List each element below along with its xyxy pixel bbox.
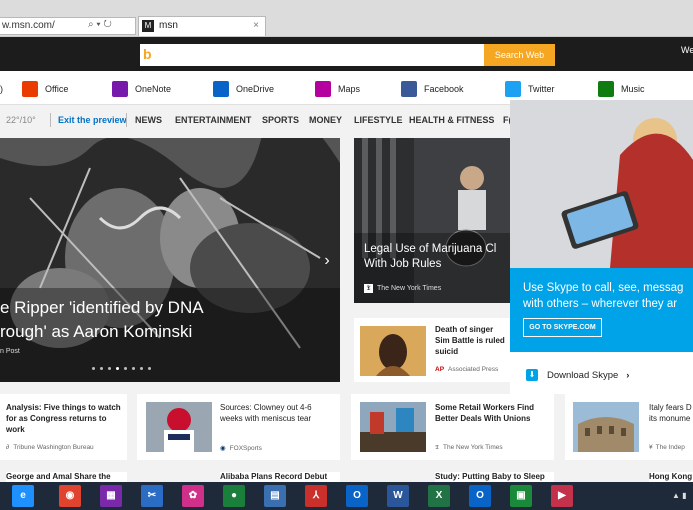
nyt-source: 𝕿 The New York Times xyxy=(364,284,441,293)
app-strip-fragment: ) xyxy=(0,84,3,94)
pagination-dot[interactable] xyxy=(100,367,103,370)
protest-image xyxy=(360,402,426,452)
skype-ad-text: Use Skype to call, see, messag with othe… xyxy=(523,282,684,310)
tab-title: msn xyxy=(159,20,178,31)
snipping-icon[interactable]: ✂ xyxy=(141,485,163,507)
app-label: Facebook xyxy=(424,84,464,94)
football-player-image xyxy=(146,402,212,452)
office-icon xyxy=(22,81,38,97)
outlook2-icon[interactable]: O xyxy=(469,485,491,507)
pdf-icon[interactable]: ⅄ xyxy=(305,485,327,507)
hero-next-arrow-icon[interactable]: › xyxy=(318,250,336,272)
app-label: Twitter xyxy=(528,84,555,94)
independent-source: ¥ The Indep xyxy=(649,444,685,451)
clowney-story-card[interactable]: Sources: Clowney out 4-6 weeks with meni… xyxy=(137,394,340,460)
download-icon: ⬇ xyxy=(526,369,538,381)
singer-portrait-image xyxy=(360,326,426,376)
app-link-facebook[interactable]: Facebook xyxy=(401,80,464,98)
independent-logo-icon: ¥ xyxy=(649,444,653,451)
retail-workers-story-card[interactable]: Some Retail Workers Find Better Deals Wi… xyxy=(351,394,554,460)
twitter-icon xyxy=(505,81,521,97)
congress-story-card[interactable]: Analysis: Five things to watch for as Co… xyxy=(0,394,127,460)
search-input[interactable] xyxy=(140,44,484,66)
nyt-logo-icon: 𝕿 xyxy=(364,284,373,293)
nyt-logo-icon: 𝕿 xyxy=(435,444,439,451)
pagination-dot[interactable] xyxy=(132,367,135,370)
nav-section-money[interactable]: MONEY xyxy=(309,115,342,125)
app-label: OneNote xyxy=(135,84,172,94)
system-tray[interactable]: ▲ ▮ xyxy=(672,491,687,500)
app-label: Music xyxy=(621,84,645,94)
chevron-right-icon: › xyxy=(626,369,630,381)
msn-favicon-icon: M xyxy=(142,20,154,32)
video-icon[interactable]: ▶ xyxy=(551,485,573,507)
address-bar[interactable]: w.msn.com/ xyxy=(0,17,136,35)
marijuana-headline[interactable]: Legal Use of Marijuana Cl With Job Rules xyxy=(364,242,510,272)
foxsports-source: ◉ FOXSports xyxy=(220,445,262,452)
app-link-office[interactable]: Office xyxy=(22,80,68,98)
app-label: Office xyxy=(45,84,69,94)
app-label: Maps xyxy=(338,84,361,94)
hero-headline[interactable]: e Ripper 'identified by DNA rough' as Aa… xyxy=(0,296,204,344)
maps-icon xyxy=(315,81,331,97)
facebook-icon xyxy=(401,81,417,97)
nav-divider xyxy=(50,113,51,127)
pagination-dot[interactable] xyxy=(116,367,119,370)
hero-engraving-image xyxy=(0,138,340,382)
address-bar-icons[interactable]: ⌕ ▾ ↻ xyxy=(88,19,112,30)
app-link-maps[interactable]: Maps xyxy=(315,80,360,98)
nav-section-news[interactable]: NEWS xyxy=(135,115,162,125)
chrome-icon[interactable]: ◉ xyxy=(59,485,81,507)
close-tab-icon[interactable]: × xyxy=(253,17,259,35)
pagination-dot[interactable] xyxy=(92,367,95,370)
ap-source: AP Associated Press xyxy=(435,366,499,373)
store-icon[interactable]: ▣ xyxy=(510,485,532,507)
app-label: OneDrive xyxy=(236,84,275,94)
pagination-dot[interactable] xyxy=(140,367,143,370)
tribune-source: ∂ Tribune Washington Bureau xyxy=(6,444,94,451)
onenote-icon xyxy=(112,81,128,97)
pagination-dot[interactable] xyxy=(148,367,151,370)
app-link-twitter[interactable]: Twitter xyxy=(505,80,555,98)
exit-preview-link[interactable]: Exit the preview xyxy=(58,115,127,125)
tribune-logo-icon: ∂ xyxy=(6,444,10,451)
calculator-icon[interactable]: ▤ xyxy=(264,485,286,507)
app-green-icon[interactable]: ● xyxy=(223,485,245,507)
go-to-skype-button[interactable]: GO TO SKYPE.COM xyxy=(523,318,602,337)
header-right-text: We xyxy=(681,45,693,55)
foxsports-logo-icon: ◉ xyxy=(220,445,226,452)
search-web-button[interactable]: Search Web xyxy=(484,44,555,66)
hero-source: n Post xyxy=(0,348,20,355)
hero-pagination-dots[interactable] xyxy=(92,367,151,370)
weather-text[interactable]: 22°/10° xyxy=(6,115,36,125)
word-icon[interactable]: W xyxy=(387,485,409,507)
nav-section-health-fitness[interactable]: HEALTH & FITNESS xyxy=(409,115,494,125)
bing-icon: b xyxy=(143,46,152,62)
windows-store-icon[interactable]: ▦ xyxy=(100,485,122,507)
pagination-dot[interactable] xyxy=(124,367,127,370)
italy-story-card[interactable]: Italy fears D its monume ¥ The Indep xyxy=(565,394,693,460)
xbox-music-icon xyxy=(598,81,614,97)
nav-section-sports[interactable]: SPORTS xyxy=(262,115,299,125)
nav-divider xyxy=(126,113,127,127)
nav-section-entertainment[interactable]: ENTERTAINMENT xyxy=(175,115,251,125)
singer-headline[interactable]: Death of singer Sim Battle is ruled suic… xyxy=(435,324,510,357)
wheelchair-man-image xyxy=(354,138,510,303)
browser-tab[interactable]: M msn × xyxy=(138,16,266,36)
app-link-music[interactable]: Music xyxy=(598,80,645,98)
nav-section-lifestyle[interactable]: LIFESTYLE xyxy=(354,115,403,125)
excel-icon[interactable]: X xyxy=(428,485,450,507)
pagination-dot[interactable] xyxy=(108,367,111,370)
ap-logo-icon: AP xyxy=(435,366,445,373)
colosseum-image xyxy=(573,402,639,452)
download-skype-link[interactable]: ⬇ Download Skype › xyxy=(526,369,629,381)
ie-icon[interactable]: e xyxy=(12,485,34,507)
app-link-onedrive[interactable]: OneDrive xyxy=(213,80,274,98)
nyt-source: 𝕿 The New York Times xyxy=(435,444,503,451)
onedrive-icon xyxy=(213,81,229,97)
skype-woman-tablet-image xyxy=(510,100,693,268)
outlook-icon[interactable]: O xyxy=(346,485,368,507)
app-link-onenote[interactable]: OneNote xyxy=(112,80,171,98)
app-pink-icon[interactable]: ✿ xyxy=(182,485,204,507)
